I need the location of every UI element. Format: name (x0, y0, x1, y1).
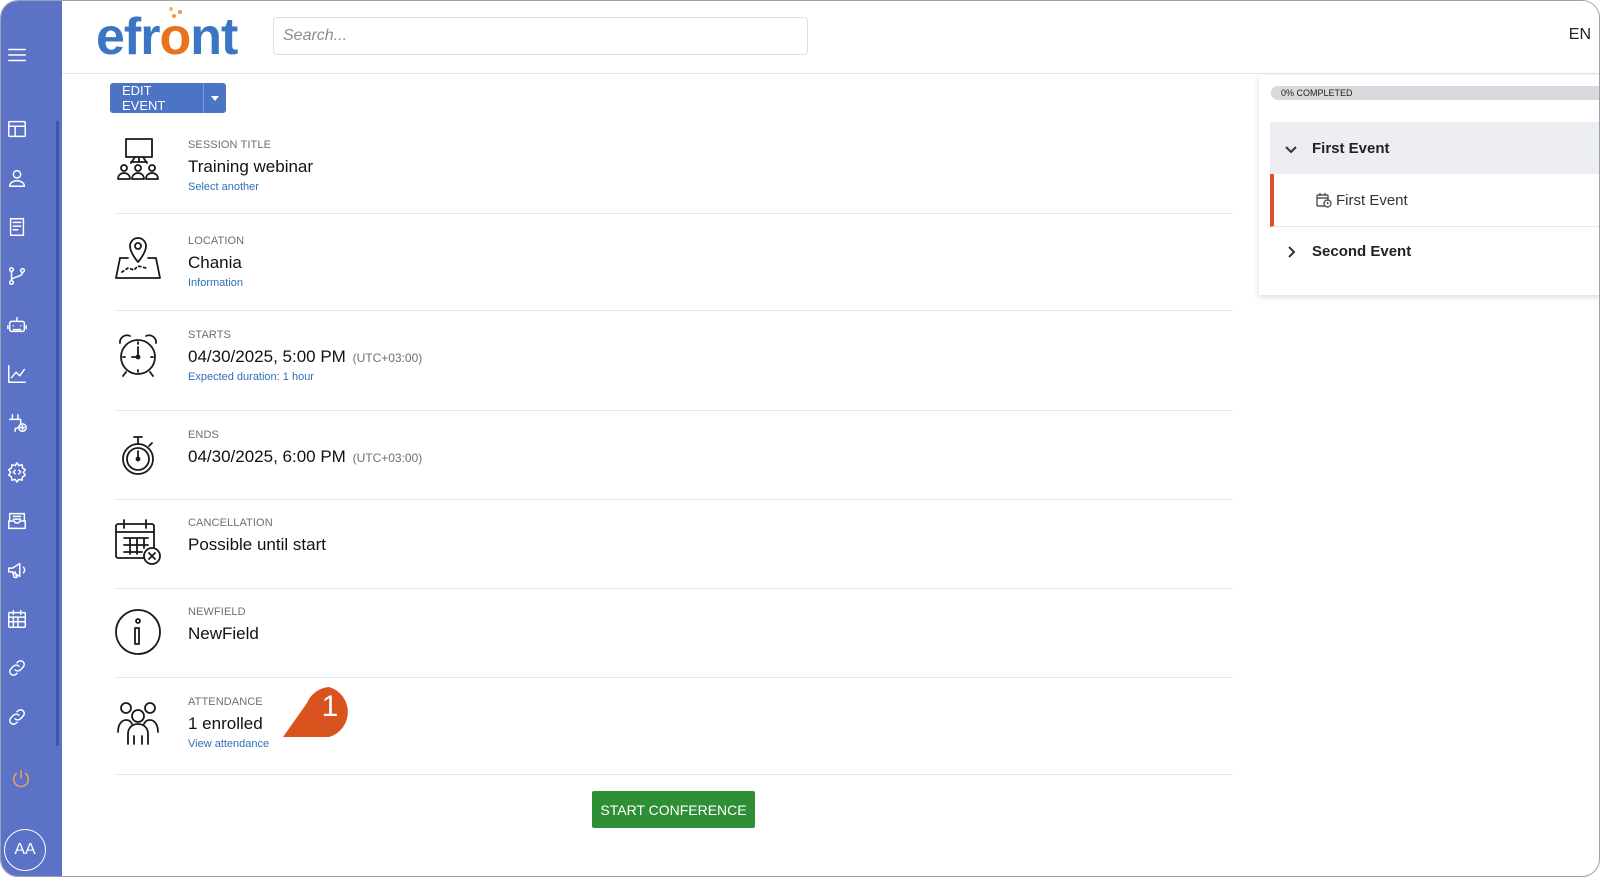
event-item-first-event[interactable]: First Event (1270, 174, 1599, 227)
location-value: Chania (188, 253, 242, 272)
search-input[interactable] (273, 17, 808, 55)
starts-value-line: 04/30/2025, 5:00 PM (UTC+03:00) (188, 347, 422, 367)
language-selector[interactable]: EN (1569, 26, 1591, 44)
location-text: LOCATION Chania Information (188, 235, 244, 289)
event-progress-panel: 0% COMPLETED First Event First Event Sec… (1259, 75, 1599, 295)
group-second-event[interactable]: Second Event (1270, 227, 1599, 275)
app-window: AA efront EN EDIT EVENT SESSION TITLE Tr… (0, 0, 1600, 877)
stopwatch-icon (114, 431, 162, 479)
sidebar-scrollbar[interactable] (56, 121, 59, 746)
messages-icon[interactable] (5, 509, 29, 533)
reports-icon[interactable] (5, 362, 29, 386)
efront-logo[interactable]: efront (96, 7, 238, 67)
edit-event-button[interactable]: EDIT EVENT (110, 83, 226, 113)
starts-label: STARTS (188, 329, 231, 341)
announcements-icon[interactable] (5, 558, 29, 582)
settings-icon[interactable] (5, 460, 29, 484)
edit-event-label[interactable]: EDIT EVENT (110, 83, 203, 113)
expected-duration-link[interactable]: Expected duration: 1 hour (188, 371, 422, 383)
chevron-right-icon (1285, 245, 1297, 258)
starts-timezone: (UTC+03:00) (352, 351, 423, 365)
location-information-link[interactable]: Information (188, 277, 244, 289)
users-icon[interactable] (5, 166, 29, 190)
detail-newfield: NEWFIELD NewField (114, 589, 1233, 678)
robot-icon[interactable] (5, 313, 29, 337)
session-title-value: Training webinar (188, 157, 314, 176)
callout-marker: 1 (281, 685, 357, 739)
attendance-text: ATTENDANCE 1 enrolled View attendance (188, 696, 269, 750)
caret-down-icon (210, 95, 219, 101)
dashboard-icon[interactable] (5, 117, 29, 141)
info-icon (114, 608, 162, 656)
calendar-cancel-icon (114, 518, 162, 566)
select-another-link[interactable]: Select another (188, 181, 313, 193)
detail-location: LOCATION Chania Information (114, 214, 1233, 311)
progress-label: 0% COMPLETED (1281, 88, 1353, 98)
power-icon[interactable] (9, 767, 33, 791)
group-people-icon (114, 698, 162, 746)
group-first-event[interactable]: First Event (1270, 122, 1599, 174)
courses-icon[interactable] (5, 215, 29, 239)
detail-starts: STARTS 04/30/2025, 5:00 PM (UTC+03:00) E… (114, 311, 1233, 411)
progress-bar: 0% COMPLETED (1271, 86, 1599, 100)
cancellation-text: CANCELLATION Possible until start (188, 517, 326, 555)
detail-ends: ENDS 04/30/2025, 6:00 PM (UTC+03:00) (114, 411, 1233, 500)
group-label: First Event (1312, 139, 1390, 157)
location-label: LOCATION (188, 235, 245, 247)
ends-value: 04/30/2025, 6:00 PM (188, 447, 346, 466)
event-item-label: First Event (1336, 191, 1408, 209)
map-pin-icon (114, 234, 162, 282)
links-icon[interactable] (5, 656, 29, 680)
starts-value: 04/30/2025, 5:00 PM (188, 347, 346, 366)
newfield-text: NEWFIELD NewField (188, 606, 259, 644)
detail-session-title: SESSION TITLE Training webinar Select an… (114, 121, 1233, 214)
attendance-value: 1 enrolled (188, 714, 263, 733)
session-title-label: SESSION TITLE (188, 139, 272, 151)
calendar-icon[interactable] (5, 607, 29, 631)
newfield-value: NewField (188, 624, 259, 643)
edit-event-dropdown-toggle[interactable] (202, 83, 226, 113)
links-icon-2[interactable] (5, 705, 29, 729)
learning-paths-icon[interactable] (5, 264, 29, 288)
menu-icon[interactable] (5, 43, 29, 67)
detail-cancellation: CANCELLATION Possible until start (114, 500, 1233, 589)
alarm-clock-icon (114, 331, 162, 379)
presentation-audience-icon (114, 135, 162, 183)
plugins-icon[interactable] (5, 411, 29, 435)
start-conference-button[interactable]: START CONFERENCE (592, 791, 755, 828)
top-header: efront EN (62, 1, 1599, 74)
starts-text: STARTS 04/30/2025, 5:00 PM (UTC+03:00) E… (188, 329, 422, 383)
group-label: Second Event (1312, 242, 1412, 260)
cancellation-value: Possible until start (188, 535, 326, 554)
cancellation-label: CANCELLATION (188, 517, 273, 529)
view-attendance-link[interactable]: View attendance (188, 738, 269, 750)
session-title-text: SESSION TITLE Training webinar Select an… (188, 139, 313, 193)
ends-text: ENDS 04/30/2025, 6:00 PM (UTC+03:00) (188, 429, 422, 467)
calendar-clock-icon (1316, 192, 1332, 208)
sidebar: AA (1, 1, 62, 876)
ends-value-line: 04/30/2025, 6:00 PM (UTC+03:00) (188, 447, 422, 467)
chevron-down-icon (1285, 142, 1297, 154)
attendance-label: ATTENDANCE (188, 696, 263, 708)
ends-label: ENDS (188, 429, 219, 441)
avatar[interactable]: AA (4, 829, 46, 871)
newfield-label: NEWFIELD (188, 606, 246, 618)
callout-number: 1 (321, 690, 339, 723)
ends-timezone: (UTC+03:00) (352, 451, 423, 465)
